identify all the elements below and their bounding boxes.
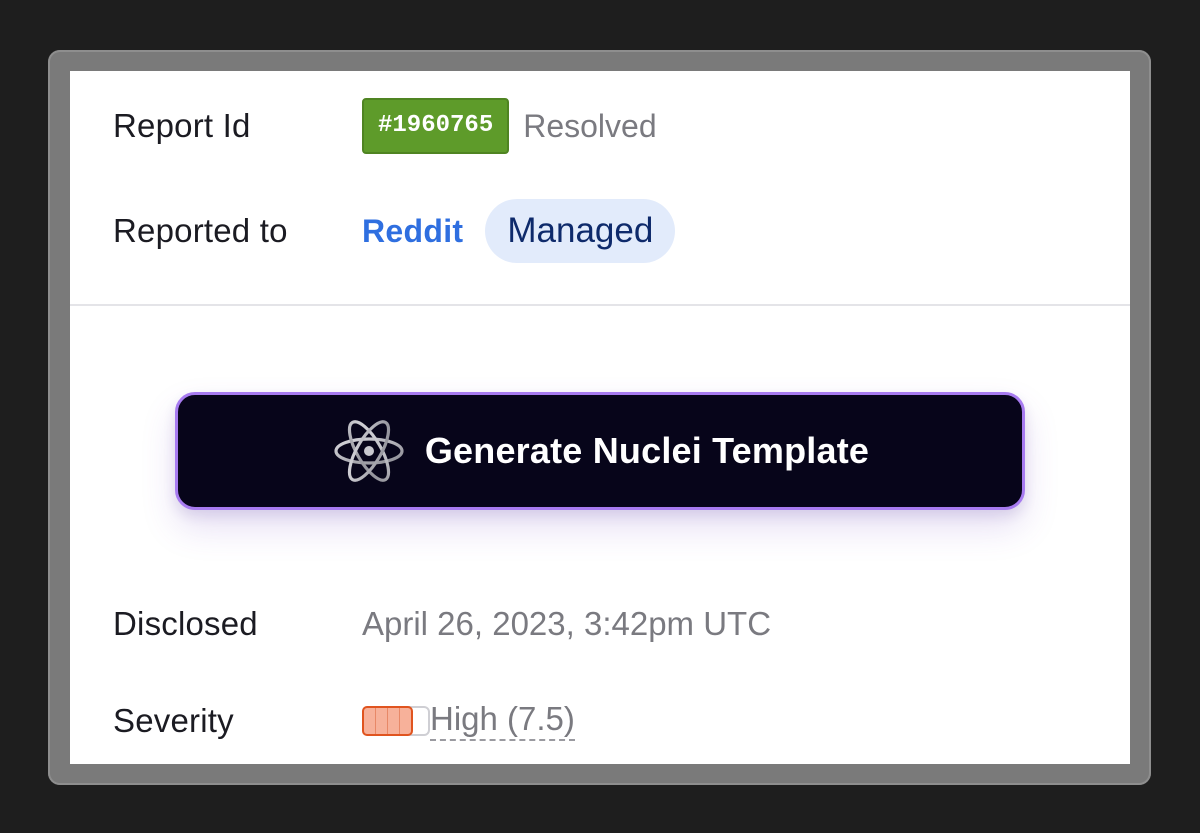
reported-to-row: Reported to Reddit Managed bbox=[113, 198, 676, 264]
generate-nuclei-template-label: Generate Nuclei Template bbox=[424, 430, 870, 471]
report-id-label: Report Id bbox=[113, 107, 251, 144]
program-link[interactable]: Reddit bbox=[362, 213, 463, 250]
severity-score[interactable]: High (7.5) bbox=[430, 701, 575, 741]
report-id-row: Report Id #1960765 Resolved bbox=[113, 97, 657, 155]
report-status: Resolved bbox=[523, 107, 657, 144]
report-details-card: Report Id #1960765 Resolved Reported to … bbox=[70, 71, 1130, 764]
atom-icon bbox=[331, 413, 407, 489]
severity-label: Severity bbox=[113, 702, 234, 739]
disclosed-date: April 26, 2023, 3:42pm UTC bbox=[362, 605, 772, 642]
report-id-value: #1960765 Resolved bbox=[362, 98, 657, 154]
reported-to-label: Reported to bbox=[113, 212, 288, 249]
severity-meter-fill bbox=[362, 706, 413, 736]
generate-nuclei-template-button[interactable]: Generate Nuclei Template bbox=[175, 392, 1025, 510]
reported-to-value: Reddit Managed bbox=[362, 199, 676, 263]
report-id-badge[interactable]: #1960765 bbox=[362, 98, 510, 154]
disclosed-row: Disclosed April 26, 2023, 3:42pm UTC bbox=[113, 596, 771, 652]
disclosed-label: Disclosed bbox=[113, 605, 258, 642]
severity-row: Severity High (7.5) bbox=[113, 693, 575, 749]
severity-meter bbox=[362, 706, 430, 736]
managed-badge: Managed bbox=[485, 199, 676, 263]
severity-value: High (7.5) bbox=[362, 701, 575, 741]
section-divider bbox=[70, 304, 1130, 306]
